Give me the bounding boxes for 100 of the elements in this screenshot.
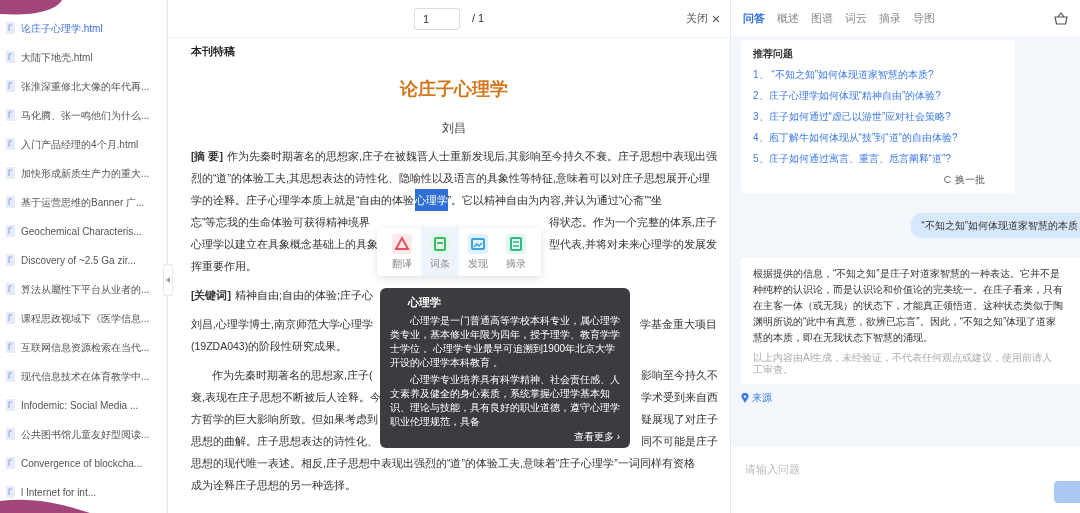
file-icon [6,196,15,208]
file-icon [6,399,15,411]
file-list-item[interactable]: Discovery of ~2.5 Ga zir... [0,250,167,270]
panel-tab[interactable]: 词云 [845,9,867,27]
file-list-item[interactable]: 公共图书馆儿童友好型阅读... [0,424,167,444]
suggested-question[interactable]: 3、庄子如何通过“虚己以游世”应对社会策略? [753,109,1003,124]
body-text-line: 学的诠释。庄子心理学本质上就是“自由的体验 [191,192,415,208]
panel-tab[interactable]: 导图 [913,9,935,27]
suggested-question[interactable]: 1、 “不知之知”如何体现道家智慧的本质? [753,67,1003,82]
body-text-line: 影响至今持久不 [640,367,718,383]
file-icon [6,80,15,92]
file-list-item[interactable]: 入门产品经理的4个月.html [0,134,167,154]
source-link[interactable]: 来源 [741,390,1070,405]
file-icon [6,254,15,266]
file-list-item[interactable]: 张淮深重修北大像的年代再... [0,76,167,96]
file-icon [6,457,15,469]
question-input[interactable]: 请输入问题 [731,447,1080,513]
body-text-line: 疑展现了对庄子 [640,411,718,427]
suggested-question[interactable]: 4、庖丁解牛如何体现从“技”到“道”的自由体验? [753,130,1003,145]
popup-paragraph: 心理学专业培养具有科学精神、社会责任感、人文素养及健全的身心素质，系统掌握心理学基本知识、理论与技能，具有良好的职业道德，遵守心理学职业伦理规范，具备 [390,372,620,429]
collapse-handle[interactable] [163,264,173,296]
recommend-title: 推荐问题 [753,47,794,61]
file-icon [6,370,15,382]
body-text-line: 得状态。作为一个完整的体系,庄子 [548,214,717,230]
location-pin-icon [741,392,749,403]
body-text-line: (19ZDA043)的阶段性研究成果。 [191,339,348,352]
popup-paragraph: 心理学是一门普通高等学校本科专业，属心理学类专业，基本修业年限为四年，授予理学、教育学学士学位 。心理学专业最早可追溯到1900年北京大学开设的心理学本科教育 。 [390,313,620,370]
body-text-line: 衰,表现在庄子思想不断被后人诠释。今 [191,389,381,405]
file-list-item[interactable]: 论庄子心理学.html [0,18,167,38]
toolbar-button[interactable]: 摘录 [497,228,535,276]
body-text-line: 精神自由;自由的体验;庄子心 [235,287,373,303]
file-list-item[interactable]: 加快形成新质生产力的重大... [0,163,167,183]
body-text-line: 学术受到来自西 [640,389,718,405]
body-text-line: 作为先秦时期著名的思想家,庄子在被魏晋人士重新发现后,其影响至今持久不衰。庄子思想中表现出强 [226,149,717,162]
decorative-shape [0,0,62,16]
file-list-item[interactable]: 互联网信息资源检索在当代... [0,337,167,357]
close-icon [712,14,720,23]
file-list-item[interactable]: 现代信息技术在体育教学中... [0,366,167,386]
page-number-field[interactable]: 1 [413,7,460,30]
file-list-item[interactable]: 马化腾、张一鸣他们为什么... [0,105,167,125]
file-icon [6,312,15,324]
file-list-item[interactable]: 课程思政视域下《医学信息... [0,308,167,328]
toolbar-button[interactable]: 发现 [459,228,497,276]
file-icon [6,486,15,498]
question-field[interactable]: 请输入问题 [745,461,1066,478]
toolbar-button[interactable]: 翻译 [383,228,421,276]
field-label: [摘 要] [191,148,223,164]
close-button[interactable]: 关闭 [686,10,720,27]
refresh-icon [943,175,952,184]
answer-text: 渊明所说的“此中有真意，欲辨已忘言”。因此，“不知之知”体现了道家 [753,315,1058,329]
file-list-item[interactable]: l Internet for int... [0,482,167,502]
body-text-line: 烈的“道”的体验工夫,其思想表达的诗性化、隐喻性以及语言的具象性等特征,意味着可以对庄子思想展开心理 [191,171,710,184]
file-icon [6,22,15,34]
body-text-line: 思想的曲解。庄子思想表达的诗性化、 [191,433,378,449]
picture-icon [468,233,488,254]
file-list-item[interactable]: 基于运营思维的Banner 广... [0,192,167,212]
file-icon [6,167,15,179]
answer-text: 慧的本质，即在无我状态下智慧的涌现。 [753,331,934,345]
body-text-line: ”。它以精神自由为内容,并认为通过“心斋”“坐 [447,192,663,208]
field-label: [关键词] [191,287,231,303]
refresh-button[interactable]: 换一批 [943,172,985,187]
body-text-line: 方哲学的巨大影响所致。但如果考虑到 [191,411,378,427]
body-text-line: 忘”等忘我的生命体验可获得精神境界 [191,214,371,230]
body-text-line: 挥重要作用。 [191,259,257,272]
panel-tab[interactable]: 摘录 [879,9,901,27]
file-icon [6,283,15,295]
answer-text: 根据提供的信息，“不知之知”是庄子对道家智慧的一种表达。它并不是 [753,267,1061,281]
file-icon [6,225,15,237]
section-label: 本刊特稿 [191,44,236,59]
panel-tab[interactable]: 问答 [743,9,765,27]
file-list-item[interactable]: 算法从屬性下平台从业者的... [0,279,167,299]
file-list-item[interactable]: Infodemic: Social Media ... [0,395,167,415]
see-more-link[interactable]: 查看更多 › [573,428,620,444]
body-text-line: 学基金重大项目 [639,316,717,332]
page-total: / 1 [471,11,485,27]
suggested-question[interactable]: 5、庄子如何通过寓言、重言、卮言阐释“道”? [753,151,1003,166]
suggested-question[interactable]: 2、庄子心理学如何体现“精神自由”的体验? [753,88,1003,103]
popup-title: 心理学 [406,295,442,310]
disclaimer-text: 以上内容由AI生成，未经验证，不代表任何观点或建议，使用前请人工审查。 [753,352,1053,376]
note-icon [430,233,450,254]
file-icon [6,109,15,121]
body-text-line: 同不可能是庄子 [640,433,718,449]
caret-icon [166,277,170,283]
body-text-line: 作为先秦时期著名的思想家,庄子( [212,367,373,383]
panel-tab[interactable]: 概述 [777,9,799,27]
file-icon [6,51,15,63]
file-list-item[interactable]: Convergence of blockcha... [0,453,167,473]
file-icon [6,428,15,440]
body-text-line: 思想的现代唯一表述。相反,庄子思想中表现出强烈的“道”的体验工夫,意味着“庄子心理学”一词同样有资格 [191,456,695,469]
answer-text: 在主客一体（或无我）的状态下，才能真正领悟道。这种状态类似于陶 [753,299,1064,313]
document-icon [506,233,526,254]
answer-text: 种纯粹的认识论，而是认识论和价值论的完美统一。在庄子看来，只有 [753,283,1064,297]
article-author: 刘昌 [442,119,467,137]
file-list-item[interactable]: 大陆下地壳.html [0,47,167,67]
user-message: “不知之知”如何体现道家智慧的本质 [911,213,1080,238]
body-text-line: 成为诠释庄子思想的另一种选择。 [191,478,356,491]
panel-tab[interactable]: 图谱 [811,9,833,27]
article-title: 论庄子心理学 [400,77,509,101]
file-list-item[interactable]: Geochemical Characteris... [0,221,167,241]
basket-icon[interactable] [1054,11,1068,25]
